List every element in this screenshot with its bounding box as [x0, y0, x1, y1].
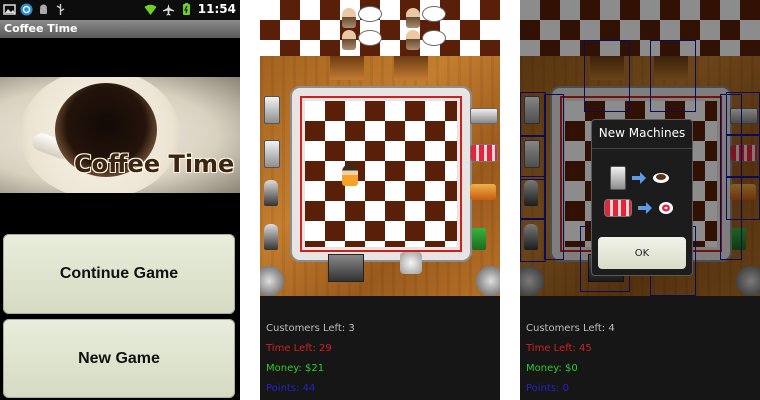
- status-panel: Customers Left: 3 Time Left: 29 Money: $…: [260, 296, 500, 400]
- coffee-maker-icon: [610, 166, 626, 190]
- points-text: Points: 0: [526, 383, 569, 394]
- main-menu-screen: 11:54 Coffee Time Coffee Time Continue G…: [0, 0, 240, 400]
- wifi-icon: [144, 4, 157, 15]
- continue-game-button[interactable]: Continue Game: [3, 234, 235, 314]
- blender-icon[interactable]: [264, 224, 278, 250]
- recycle-bin-icon[interactable]: [472, 228, 486, 250]
- battery-icon: [182, 2, 190, 15]
- time-left-text: Time Left: 29: [266, 343, 332, 354]
- donut-rack-icon: [604, 199, 632, 217]
- usb-icon: [56, 4, 65, 15]
- customer-icon: [342, 30, 356, 50]
- logo-text: Coffee Time: [74, 150, 235, 178]
- sink-icon[interactable]: [470, 108, 498, 124]
- customer-icon: [406, 8, 420, 28]
- arrow-right-icon: [632, 172, 646, 184]
- arrow-right-icon: [638, 202, 652, 214]
- left-wheel: [260, 266, 284, 296]
- blender-icon[interactable]: [264, 180, 278, 206]
- airplane-icon: [162, 3, 174, 15]
- pie-order-icon: [358, 30, 382, 46]
- customers-left-text: Customers Left: 4: [526, 323, 615, 334]
- money-text: Money: $0: [526, 363, 578, 374]
- kitchen-floor[interactable]: [290, 86, 472, 262]
- clock-text: 11:54: [197, 2, 236, 16]
- new-machines-dialog: New Machines OK: [591, 119, 693, 276]
- right-wheel: [476, 266, 500, 296]
- customers-left-text: Customers Left: 3: [266, 323, 355, 334]
- time-left-text: Time Left: 45: [526, 343, 592, 354]
- status-panel: Customers Left: 4 Time Left: 45 Money: $…: [520, 296, 760, 400]
- donut-rack-icon[interactable]: [470, 144, 498, 162]
- status-bar: 11:54: [0, 0, 240, 20]
- sync-icon: [20, 3, 33, 16]
- donut-order-icon: [422, 30, 446, 46]
- photo-icon: [3, 4, 16, 15]
- money-text: Money: $21: [266, 363, 325, 374]
- cash-drawer[interactable]: [328, 254, 364, 282]
- coffee-maker-icon[interactable]: [264, 96, 280, 124]
- window-title: Coffee Time: [0, 20, 240, 38]
- ok-button[interactable]: OK: [598, 237, 686, 269]
- counter-area: [260, 56, 500, 296]
- new-game-button[interactable]: New Game: [3, 319, 235, 398]
- waiter-character[interactable]: [342, 164, 358, 186]
- donut-icon: [659, 202, 673, 214]
- android-icon: [40, 4, 47, 14]
- serving-slot[interactable]: [330, 56, 364, 80]
- pie-stand-icon[interactable]: [470, 184, 496, 200]
- coffee-order-icon: [358, 6, 382, 22]
- dialog-title: New Machines: [598, 126, 686, 140]
- gameplay-screen: Customers Left: 3 Time Left: 29 Money: $…: [260, 0, 500, 400]
- serving-slot[interactable]: [394, 56, 428, 80]
- new-machines-screen: New Machines OK Customers Left: 4 Time L…: [520, 0, 760, 400]
- points-text: Points: 44: [266, 383, 316, 394]
- customer-icon: [342, 8, 356, 28]
- coffee-cup-icon: [653, 173, 669, 183]
- cash-register-icon[interactable]: [400, 252, 422, 274]
- coffee-maker-icon[interactable]: [264, 140, 280, 168]
- customer-icon: [406, 30, 420, 50]
- queue-area: [260, 0, 500, 56]
- pie-order-icon: [422, 6, 446, 22]
